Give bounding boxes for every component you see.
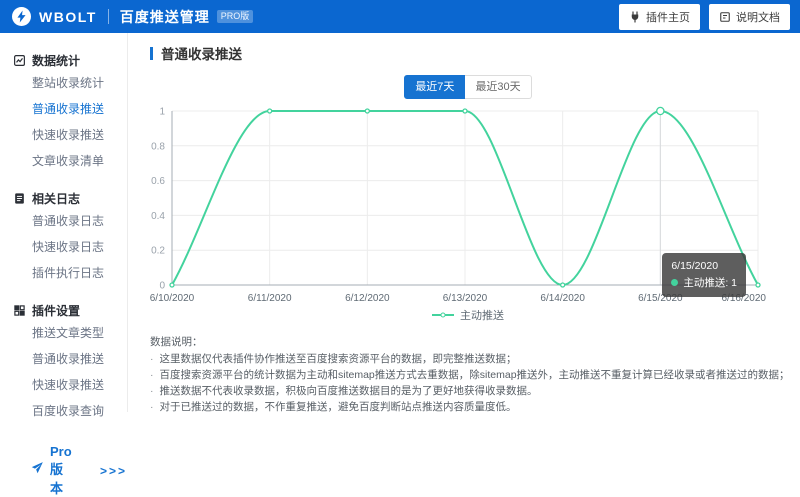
svg-text:6/12/2020: 6/12/2020	[345, 293, 390, 304]
header-divider	[108, 9, 109, 24]
svg-text:6/16/2020: 6/16/2020	[722, 293, 767, 304]
notes-title: 数据说明：	[150, 334, 795, 349]
note-line: ·这里数据仅代表插件协作推送至百度搜索资源平台的数据，即完整推送数据；	[150, 352, 795, 368]
sidebar: 数据统计 整站收录统计 普通收录推送 快速收录推送 文章收录清单 相关日志	[0, 33, 128, 412]
title-accent-bar	[150, 47, 153, 60]
plugin-home-button[interactable]: 插件主页	[619, 4, 700, 30]
svg-text:6/15/2020: 6/15/2020	[638, 293, 683, 304]
wbolt-lightning-bolt-icon	[12, 7, 31, 26]
pro-badge: PRO版	[217, 10, 254, 24]
data-notes: 数据说明： ·这里数据仅代表插件协作推送至百度搜索资源平台的数据，即完整推送数据…	[150, 334, 795, 415]
app-root: WBOLT 百度推送管理 PRO版 插件主页 说明文档	[0, 0, 800, 412]
svg-text:0.4: 0.4	[151, 211, 165, 222]
sidebar-section-plugin-settings: 插件设置 推送文章类型 普通收录推送 快速收录推送 百度收录查询	[13, 302, 127, 423]
tab-last-30-days[interactable]: 最近30天	[465, 75, 531, 99]
sidebar-section-title-plugin-settings: 插件设置	[13, 302, 127, 319]
docs-label: 说明文档	[736, 9, 780, 25]
bar-chart-icon	[13, 54, 26, 67]
pro-version-link[interactable]: Pro版本 >>>	[30, 444, 127, 497]
main-content: 普通收录推送 最近7天 最近30天 0 0.2 0.4 0.6 0.8 1 6/10/202…	[128, 33, 800, 412]
svg-text:0: 0	[159, 281, 165, 292]
sidebar-item-normal-include-log[interactable]: 普通收录日志	[32, 207, 127, 233]
svg-text:6/13/2020: 6/13/2020	[443, 293, 488, 304]
top-header: WBOLT 百度推送管理 PRO版 插件主页 说明文档	[0, 0, 800, 33]
page-title: 普通收录推送	[161, 43, 242, 63]
app-title: 百度推送管理	[120, 7, 210, 27]
grid-icon	[13, 304, 26, 317]
line-chart[interactable]: 0 0.2 0.4 0.6 0.8 1 6/10/2020 6/11/2020 6/12/202…	[144, 101, 792, 307]
sidebar-item-plugin-exec-log[interactable]: 插件执行日志	[32, 259, 127, 285]
svg-text:0.2: 0.2	[151, 246, 165, 257]
sidebar-item-article-include-list[interactable]: 文章收录清单	[32, 147, 127, 173]
sidebar-item-normal-push-setting[interactable]: 普通收录推送	[32, 345, 127, 371]
sidebar-item-fast-include-log[interactable]: 快速收录日志	[32, 233, 127, 259]
chart-legend[interactable]: 主动推送	[144, 308, 792, 322]
sidebar-section-data-stats: 数据统计 整站收录统计 普通收录推送 快速收录推送 文章收录清单	[13, 52, 127, 173]
legend-line-icon	[432, 314, 454, 316]
document-icon	[719, 11, 731, 23]
pro-arrows: >>>	[100, 464, 127, 478]
sidebar-item-fast-include-push[interactable]: 快速收录推送	[32, 121, 127, 147]
brand-name: WBOLT	[39, 9, 97, 25]
svg-text:1: 1	[159, 107, 165, 118]
note-line: ·推送数据不代表收录数据，积极向百度推送数据目的是为了更好地获得收录数据。	[150, 384, 795, 400]
legend-label: 主动推送	[460, 307, 504, 323]
pro-version-label: Pro版本	[50, 444, 76, 497]
sidebar-item-baidu-include-query[interactable]: 百度收录查询	[32, 397, 127, 423]
sidebar-section-title-data-stats: 数据统计	[13, 52, 127, 69]
rocket-icon	[30, 461, 44, 480]
svg-text:0.8: 0.8	[151, 142, 165, 153]
log-icon	[13, 192, 26, 205]
sidebar-item-push-article-type[interactable]: 推送文章类型	[32, 319, 127, 345]
svg-text:6/10/2020: 6/10/2020	[150, 293, 195, 304]
page-title-row: 普通收录推送	[150, 45, 795, 61]
docs-button[interactable]: 说明文档	[709, 4, 790, 30]
chart-area: 0 0.2 0.4 0.6 0.8 1 6/10/2020 6/11/2020 6/12/202…	[144, 101, 792, 307]
sidebar-section-logs: 相关日志 普通收录日志 快速收录日志 插件执行日志	[13, 190, 127, 285]
plugin-home-label: 插件主页	[646, 9, 690, 25]
note-line: ·百度搜索资源平台的统计数据为主动和sitemap推送方式去重数据，除sitem…	[150, 368, 795, 384]
sidebar-item-site-index-stats[interactable]: 整站收录统计	[32, 69, 127, 95]
sidebar-item-normal-include-push[interactable]: 普通收录推送	[32, 95, 127, 121]
svg-text:0.6: 0.6	[151, 176, 165, 187]
sidebar-section-title-logs: 相关日志	[13, 190, 127, 207]
tab-last-7-days[interactable]: 最近7天	[404, 75, 465, 99]
sidebar-item-fast-push-setting[interactable]: 快速收录推送	[32, 371, 127, 397]
plug-icon	[629, 11, 641, 23]
svg-text:6/11/2020: 6/11/2020	[248, 293, 292, 304]
note-line: ·对于已推送过的数据，不作重复推送，避免百度判断站点推送内容质量度低。	[150, 400, 795, 416]
range-tabs: 最近7天 最近30天	[144, 75, 792, 99]
svg-text:6/14/2020: 6/14/2020	[540, 293, 585, 304]
